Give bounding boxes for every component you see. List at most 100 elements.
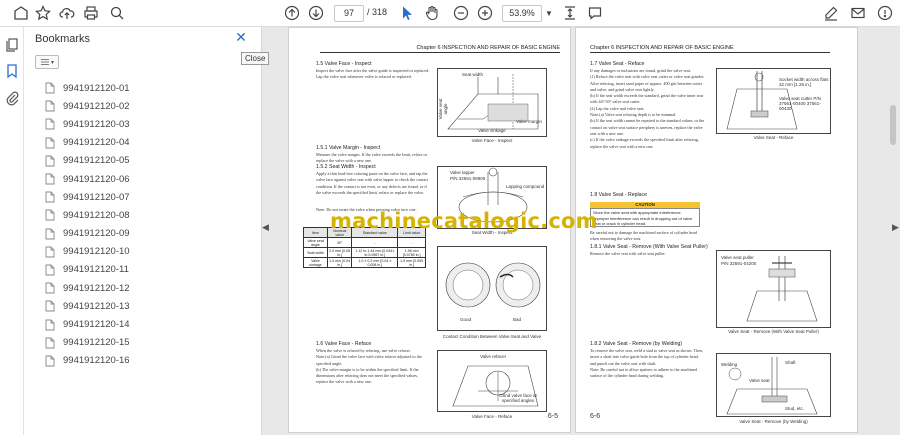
bookmark-document-icon bbox=[45, 282, 55, 294]
section-text: To remove the valve seat, weld a stud to… bbox=[590, 348, 704, 379]
zoom-level-input[interactable]: 53.9% bbox=[502, 5, 542, 22]
section-text: Be careful not to damage the machined su… bbox=[590, 230, 697, 242]
bookmarks-panel: Bookmarks ✕ ▾ 9941912120-01 9941912120-02… bbox=[25, 27, 262, 435]
next-page-icon[interactable] bbox=[305, 2, 327, 24]
section-text: If any damages or inclusions are found, … bbox=[590, 68, 705, 149]
bookmark-item[interactable]: 9941912120-08 bbox=[25, 206, 262, 224]
bookmark-label: 9941912120-05 bbox=[63, 155, 130, 167]
collapse-left-arrow-icon[interactable]: ◀ bbox=[262, 222, 270, 236]
bookmark-document-icon bbox=[45, 246, 55, 258]
figure-label: Valve seat angle bbox=[438, 98, 448, 120]
bookmark-item[interactable]: 9941912120-10 bbox=[25, 243, 262, 261]
table-cell: 2.0 mm [0.08 in.] bbox=[326, 247, 353, 258]
table-cell: - bbox=[397, 237, 426, 248]
search-zoom-icon[interactable] bbox=[106, 2, 128, 24]
figure-label: Valve seat cutter P/N 37561-00400 37561-… bbox=[779, 96, 821, 111]
figure-label: Valve seat bbox=[749, 378, 770, 383]
print-icon[interactable] bbox=[80, 2, 102, 24]
star-icon[interactable] bbox=[32, 2, 54, 24]
bookmark-panel-icon[interactable] bbox=[4, 63, 20, 79]
bookmark-label: 9941912120-01 bbox=[63, 82, 130, 94]
pdf-viewer-window: 97 / 318 53.9% ▼ Bookmarks ✕ ▾ 994191212… bbox=[0, 0, 900, 435]
figure-caption: Valve Face - Reface bbox=[471, 414, 513, 419]
bookmark-label: 9941912120-15 bbox=[63, 337, 130, 349]
figure-label: Grind valve face at specified angles bbox=[499, 393, 537, 403]
figure-label: Socket width across flats 32 mm [1.26 in… bbox=[779, 77, 829, 87]
bookmark-item[interactable]: 9941912120-05 bbox=[25, 152, 262, 170]
bookmark-item[interactable]: 9941912120-01 bbox=[25, 79, 262, 97]
table-cell: 1.98 mm [0.0780 in.] bbox=[397, 247, 426, 258]
comment-icon[interactable] bbox=[584, 2, 606, 24]
spec-table: Item Nominal value Standard value Limit … bbox=[303, 227, 426, 268]
figure-valve-seat-puller: Valve seat puller P/N 32591-04200 bbox=[716, 250, 831, 328]
figure-label: P/N 32591-08900 bbox=[450, 176, 486, 181]
bookmark-label: 9941912120-06 bbox=[63, 173, 130, 185]
section-text: Apply a thin lead-free coloring paste on… bbox=[316, 171, 429, 195]
bookmark-item[interactable]: 9941912120-14 bbox=[25, 315, 262, 333]
bookmark-item[interactable]: 9941912120-03 bbox=[25, 115, 262, 133]
bookmark-options-button[interactable]: ▾ bbox=[35, 55, 59, 69]
fit-page-icon[interactable] bbox=[559, 2, 581, 24]
document-page-right: Chapter 6 INSPECTION AND REPAIR OF BASIC… bbox=[575, 27, 858, 433]
sidebar-tool-strip bbox=[0, 27, 24, 435]
bookmark-item[interactable]: 9941912120-09 bbox=[25, 225, 262, 243]
figure-label: Good bbox=[460, 317, 472, 322]
section-title: 1.5.1 Valve Margin - Inspect bbox=[316, 145, 381, 151]
scrollbar-thumb[interactable] bbox=[890, 105, 896, 145]
hand-tool-icon[interactable] bbox=[421, 2, 443, 24]
bookmark-item[interactable]: 9941912120-07 bbox=[25, 188, 262, 206]
attachment-icon[interactable] bbox=[4, 90, 20, 106]
bookmark-item[interactable]: 9941912120-11 bbox=[25, 261, 262, 279]
panel-scrollbar[interactable] bbox=[253, 79, 259, 419]
email-icon[interactable] bbox=[847, 2, 869, 24]
page-number-input[interactable]: 97 bbox=[334, 5, 364, 22]
bookmark-document-icon bbox=[45, 137, 55, 149]
close-panel-icon[interactable]: ✕ bbox=[234, 30, 248, 44]
upload-cloud-icon[interactable] bbox=[56, 2, 78, 24]
table-cell: 30° bbox=[326, 237, 353, 248]
bookmark-item[interactable]: 9941912120-15 bbox=[25, 334, 262, 352]
bookmark-label: 9941912120-10 bbox=[63, 246, 130, 258]
zoom-out-icon[interactable] bbox=[450, 2, 472, 24]
select-cursor-icon[interactable] bbox=[396, 2, 418, 24]
bookmark-item[interactable]: 9941912120-04 bbox=[25, 134, 262, 152]
page-total-label: / 318 bbox=[367, 7, 388, 17]
bookmark-label: 9941912120-04 bbox=[63, 137, 130, 149]
bookmark-document-icon bbox=[45, 300, 55, 312]
bookmark-document-icon bbox=[45, 100, 55, 112]
bookmark-item[interactable]: 9941912120-06 bbox=[25, 170, 262, 188]
bookmark-label: 9941912120-13 bbox=[63, 300, 130, 312]
zoom-dropdown-icon[interactable]: ▼ bbox=[545, 5, 555, 22]
bookmark-item[interactable]: 9941912120-13 bbox=[25, 297, 262, 315]
document-viewport[interactable]: ◀ ▶ Chapter 6 INSPECTION AND REPAIR OF B… bbox=[262, 27, 900, 435]
bookmark-list: 9941912120-01 9941912120-02 9941912120-03 9… bbox=[25, 79, 262, 370]
bookmark-label: 9941912120-16 bbox=[63, 355, 130, 367]
bookmark-item[interactable]: 9941912120-02 bbox=[25, 97, 262, 115]
figure-label: Valve seat puller bbox=[721, 255, 754, 260]
page-thumbnails-icon[interactable] bbox=[4, 37, 20, 53]
more-options-icon[interactable] bbox=[874, 2, 896, 24]
prev-page-icon[interactable] bbox=[281, 2, 303, 24]
bookmark-document-icon bbox=[45, 191, 55, 203]
figure-contact-condition: Good Bad bbox=[437, 246, 547, 331]
section-title: 1.5 Valve Face - Inspect bbox=[316, 61, 372, 67]
zoom-in-icon[interactable] bbox=[474, 2, 496, 24]
table-cell: 1.0 mm [0.04 in.] bbox=[326, 257, 353, 268]
bookmark-item[interactable]: 9941912120-12 bbox=[25, 279, 262, 297]
bookmark-label: 9941912120-02 bbox=[63, 100, 130, 112]
bookmark-label: 9941912120-08 bbox=[63, 209, 130, 221]
table-cell: Seat width bbox=[303, 247, 328, 258]
figure-label: Shaft bbox=[785, 360, 796, 365]
bookmark-label: 9941912120-12 bbox=[63, 282, 130, 294]
bookmark-item[interactable]: 9941912120-16 bbox=[25, 352, 262, 370]
bookmark-document-icon bbox=[45, 319, 55, 331]
bookmark-label: 9941912120-14 bbox=[63, 319, 130, 331]
document-scrollbar[interactable] bbox=[890, 33, 896, 428]
bookmark-label: 9941912120-03 bbox=[63, 118, 130, 130]
page-header: Chapter 6 INSPECTION AND REPAIR OF BASIC… bbox=[320, 45, 560, 53]
watermark-text: machinecatalogic.com bbox=[330, 209, 598, 233]
home-icon[interactable] bbox=[10, 2, 32, 24]
bookmark-document-icon bbox=[45, 228, 55, 240]
edit-sign-icon[interactable] bbox=[820, 2, 842, 24]
section-title: 1.6 Valve Face - Reface bbox=[316, 341, 372, 347]
